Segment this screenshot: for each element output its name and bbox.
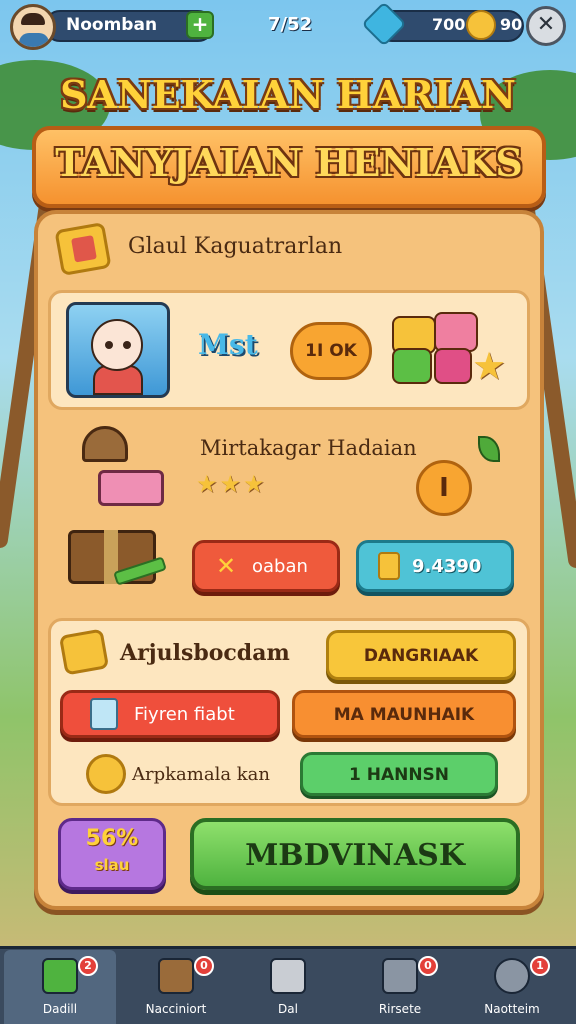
cup-icon <box>90 698 118 730</box>
nav-label: Rirsete <box>378 1002 422 1016</box>
nav-item-home[interactable]: 2 Dadill <box>4 950 116 1024</box>
close-icon: ✕ <box>216 552 237 580</box>
nav-item-castle[interactable]: 0 Rirsete <box>344 950 456 1024</box>
coin-icon <box>466 10 496 40</box>
nav-label: Nacciniort <box>145 1002 207 1016</box>
banner-title: TANYJAIAN HENIAKS <box>55 140 523 185</box>
nav-badge: 1 <box>530 956 550 976</box>
ok-button[interactable]: 1I OK <box>290 322 372 380</box>
hero-face <box>91 319 143 371</box>
folder-icon <box>58 628 110 676</box>
level-counter: 7/52 <box>268 14 313 35</box>
shield-icon <box>270 958 306 994</box>
nav-badge: 0 <box>418 956 438 976</box>
hero-portrait[interactable] <box>66 302 170 398</box>
coin-row-label: Arpkamala kan <box>132 764 271 785</box>
add-button[interactable]: + <box>186 11 214 39</box>
nav-label: Dal <box>278 1002 298 1016</box>
main-action-label: MBDVINASK <box>245 838 465 873</box>
nav-item-settings[interactable]: 1 Naotteim <box>456 950 568 1024</box>
star-rating: ★★★ <box>196 470 267 498</box>
claim-button-label: oaban <box>252 556 308 577</box>
ticket-icon <box>378 552 400 580</box>
mist-label: Mst <box>198 328 258 361</box>
coin-count: 90 <box>500 15 523 34</box>
coin-icon <box>86 754 126 794</box>
gear-icon <box>494 958 530 994</box>
pink-chest-icon <box>98 470 164 506</box>
reward-badge[interactable]: I <box>416 460 472 516</box>
book-icon <box>54 222 112 276</box>
gem-count: 700 <box>432 15 466 34</box>
price-button-label: 9.4390 <box>412 556 482 577</box>
nav-item-shield[interactable]: Dal <box>232 950 344 1024</box>
top-bar: Noomban + 7/52 700 90 ✕ <box>0 0 576 52</box>
section-title: Glaul Kaguatrarlan <box>128 234 343 259</box>
offer-title: Arjulsbocdam <box>120 640 290 666</box>
yellow-button-label: DANGRIAAK <box>363 646 479 666</box>
player-name: Noomban <box>66 15 158 35</box>
crate-icon <box>158 958 194 994</box>
nav-badge: 0 <box>194 956 214 976</box>
house-icon <box>42 958 78 994</box>
green-small-button-label: 1 HANNSN <box>348 765 450 785</box>
nav-item-inventory[interactable]: 0 Nacciniort <box>120 950 232 1024</box>
discount-percent: 56% <box>85 826 139 851</box>
red-button-label: Fiyren fiabt <box>134 704 235 725</box>
discount-sub-label: slau <box>94 856 130 874</box>
avatar[interactable] <box>10 4 56 50</box>
nav-label: Dadill <box>42 1002 78 1016</box>
page-title: SANEKAIAN HARIAN <box>60 72 516 117</box>
reward-title: Mirtakagar Hadaian <box>200 436 417 460</box>
nav-label: Naotteim <box>484 1002 540 1016</box>
close-button[interactable]: ✕ <box>526 6 566 46</box>
orange-button-label: MA MAUNHAIK <box>333 705 475 725</box>
nav-badge: 2 <box>78 956 98 976</box>
tower-icon <box>382 958 418 994</box>
